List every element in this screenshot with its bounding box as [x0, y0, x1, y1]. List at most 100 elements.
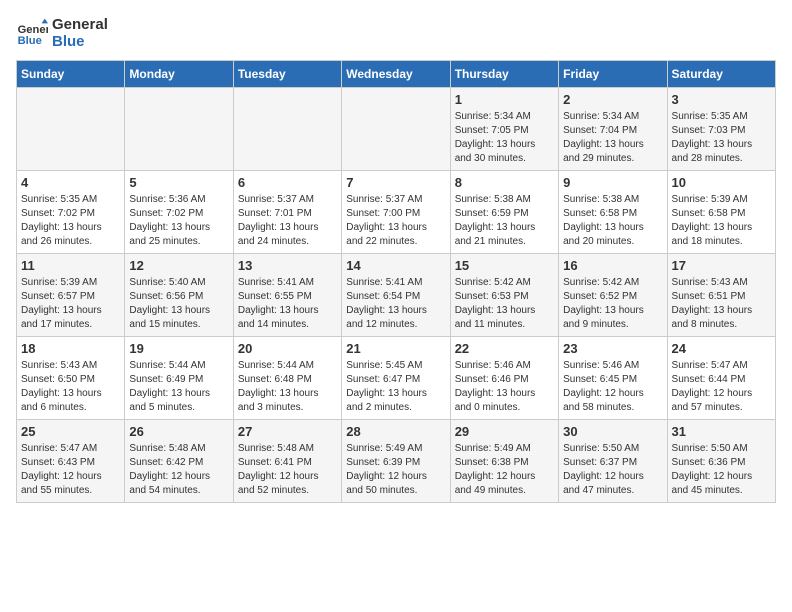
calendar-cell: 12Sunrise: 5:40 AM Sunset: 6:56 PM Dayli… [125, 254, 233, 337]
calendar-cell [233, 88, 341, 171]
day-info: Sunrise: 5:50 AM Sunset: 6:36 PM Dayligh… [672, 442, 771, 498]
day-number: 30 [563, 424, 662, 439]
calendar-cell: 28Sunrise: 5:49 AM Sunset: 6:39 PM Dayli… [342, 420, 450, 503]
day-info: Sunrise: 5:45 AM Sunset: 6:47 PM Dayligh… [346, 359, 445, 415]
day-number: 11 [21, 258, 120, 273]
calendar-cell: 10Sunrise: 5:39 AM Sunset: 6:58 PM Dayli… [667, 171, 775, 254]
day-number: 5 [129, 175, 228, 190]
day-number: 18 [21, 341, 120, 356]
calendar-cell: 25 Sunrise: 5:47 AM Sunset: 6:43 PM Dayli… [17, 420, 125, 503]
day-number: 23 [563, 341, 662, 356]
calendar-cell: 4 Sunrise: 5:35 AM Sunset: 7:02 PM Daylig… [17, 171, 125, 254]
day-number: 10 [672, 175, 771, 190]
day-number: 31 [672, 424, 771, 439]
day-info: Sunrise: 5:46 AM Sunset: 6:45 PM Dayligh… [563, 359, 662, 415]
calendar-cell: 11Sunrise: 5:39 AM Sunset: 6:57 PM Dayli… [17, 254, 125, 337]
svg-text:Blue: Blue [18, 35, 42, 47]
calendar-cell: 31 Sunrise: 5:50 AM Sunset: 6:36 PM Dayli… [667, 420, 775, 503]
calendar-cell: 1 Sunrise: 5:34 AM Sunset: 7:05 PM Daylig… [450, 88, 558, 171]
calendar-cell: 5Sunrise: 5:36 AM Sunset: 7:02 PM Daylig… [125, 171, 233, 254]
calendar-cell: 29Sunrise: 5:49 AM Sunset: 6:38 PM Dayli… [450, 420, 558, 503]
calendar-cell: 21 Sunrise: 5:45 AM Sunset: 6:47 PM Dayli… [342, 337, 450, 420]
day-number: 9 [563, 175, 662, 190]
calendar-table: SundayMondayTuesdayWednesdayThursdayFrid… [16, 60, 776, 503]
day-header-wednesday: Wednesday [342, 61, 450, 88]
calendar-cell: 9 Sunrise: 5:38 AM Sunset: 6:58 PM Daylig… [559, 171, 667, 254]
day-info: Sunrise: 5:43 AM Sunset: 6:50 PM Dayligh… [21, 359, 120, 415]
day-header-monday: Monday [125, 61, 233, 88]
day-info: Sunrise: 5:35 AM Sunset: 7:03 PM Dayligh… [672, 110, 771, 166]
day-number: 20 [238, 341, 337, 356]
calendar-cell: 8 Sunrise: 5:38 AM Sunset: 6:59 PM Daylig… [450, 171, 558, 254]
day-info: Sunrise: 5:44 AM Sunset: 6:48 PM Dayligh… [238, 359, 337, 415]
calendar-cell: 27Sunrise: 5:48 AM Sunset: 6:41 PM Dayli… [233, 420, 341, 503]
day-info: Sunrise: 5:38 AM Sunset: 6:58 PM Dayligh… [563, 193, 662, 249]
calendar-cell [342, 88, 450, 171]
day-number: 25 [21, 424, 120, 439]
calendar-header-row: SundayMondayTuesdayWednesdayThursdayFrid… [17, 61, 776, 88]
day-number: 13 [238, 258, 337, 273]
calendar-cell: 14Sunrise: 5:41 AM Sunset: 6:54 PM Dayli… [342, 254, 450, 337]
day-number: 15 [455, 258, 554, 273]
calendar-cell: 22 Sunrise: 5:46 AM Sunset: 6:46 PM Dayli… [450, 337, 558, 420]
day-info: Sunrise: 5:47 AM Sunset: 6:43 PM Dayligh… [21, 442, 120, 498]
day-info: Sunrise: 5:50 AM Sunset: 6:37 PM Dayligh… [563, 442, 662, 498]
day-info: Sunrise: 5:35 AM Sunset: 7:02 PM Dayligh… [21, 193, 120, 249]
day-info: Sunrise: 5:42 AM Sunset: 6:52 PM Dayligh… [563, 276, 662, 332]
logo-text: GeneralBlue [52, 16, 108, 50]
calendar-cell: 16 Sunrise: 5:42 AM Sunset: 6:52 PM Dayli… [559, 254, 667, 337]
day-header-sunday: Sunday [17, 61, 125, 88]
logo: General Blue GeneralBlue [16, 16, 108, 50]
calendar-week-2: 4 Sunrise: 5:35 AM Sunset: 7:02 PM Daylig… [17, 171, 776, 254]
day-number: 6 [238, 175, 337, 190]
day-number: 26 [129, 424, 228, 439]
day-number: 24 [672, 341, 771, 356]
day-number: 17 [672, 258, 771, 273]
day-number: 2 [563, 92, 662, 107]
calendar-cell: 6 Sunrise: 5:37 AM Sunset: 7:01 PM Daylig… [233, 171, 341, 254]
day-number: 19 [129, 341, 228, 356]
calendar-cell: 24 Sunrise: 5:47 AM Sunset: 6:44 PM Dayli… [667, 337, 775, 420]
day-number: 3 [672, 92, 771, 107]
day-number: 14 [346, 258, 445, 273]
calendar-cell: 26 Sunrise: 5:48 AM Sunset: 6:42 PM Dayli… [125, 420, 233, 503]
calendar-week-1: 1 Sunrise: 5:34 AM Sunset: 7:05 PM Daylig… [17, 88, 776, 171]
calendar-week-5: 25 Sunrise: 5:47 AM Sunset: 6:43 PM Dayli… [17, 420, 776, 503]
calendar-cell: 15 Sunrise: 5:42 AM Sunset: 6:53 PM Dayli… [450, 254, 558, 337]
day-info: Sunrise: 5:48 AM Sunset: 6:42 PM Dayligh… [129, 442, 228, 498]
calendar-cell: 23 Sunrise: 5:46 AM Sunset: 6:45 PM Dayli… [559, 337, 667, 420]
calendar-cell: 7Sunrise: 5:37 AM Sunset: 7:00 PM Daylig… [342, 171, 450, 254]
day-number: 1 [455, 92, 554, 107]
day-number: 22 [455, 341, 554, 356]
day-info: Sunrise: 5:40 AM Sunset: 6:56 PM Dayligh… [129, 276, 228, 332]
day-info: Sunrise: 5:37 AM Sunset: 7:01 PM Dayligh… [238, 193, 337, 249]
calendar-cell [17, 88, 125, 171]
day-info: Sunrise: 5:34 AM Sunset: 7:05 PM Dayligh… [455, 110, 554, 166]
day-header-thursday: Thursday [450, 61, 558, 88]
calendar-cell: 18 Sunrise: 5:43 AM Sunset: 6:50 PM Dayli… [17, 337, 125, 420]
day-info: Sunrise: 5:34 AM Sunset: 7:04 PM Dayligh… [563, 110, 662, 166]
calendar-cell: 13Sunrise: 5:41 AM Sunset: 6:55 PM Dayli… [233, 254, 341, 337]
day-number: 16 [563, 258, 662, 273]
day-header-friday: Friday [559, 61, 667, 88]
calendar-cell: 19 Sunrise: 5:44 AM Sunset: 6:49 PM Dayli… [125, 337, 233, 420]
day-info: Sunrise: 5:46 AM Sunset: 6:46 PM Dayligh… [455, 359, 554, 415]
day-info: Sunrise: 5:38 AM Sunset: 6:59 PM Dayligh… [455, 193, 554, 249]
page-header: General Blue GeneralBlue [16, 16, 776, 50]
calendar-cell: 20 Sunrise: 5:44 AM Sunset: 6:48 PM Dayli… [233, 337, 341, 420]
day-header-saturday: Saturday [667, 61, 775, 88]
day-info: Sunrise: 5:44 AM Sunset: 6:49 PM Dayligh… [129, 359, 228, 415]
svg-text:General: General [18, 24, 48, 36]
day-info: Sunrise: 5:47 AM Sunset: 6:44 PM Dayligh… [672, 359, 771, 415]
day-number: 7 [346, 175, 445, 190]
calendar-week-3: 11Sunrise: 5:39 AM Sunset: 6:57 PM Dayli… [17, 254, 776, 337]
day-info: Sunrise: 5:42 AM Sunset: 6:53 PM Dayligh… [455, 276, 554, 332]
day-number: 8 [455, 175, 554, 190]
day-number: 4 [21, 175, 120, 190]
day-info: Sunrise: 5:48 AM Sunset: 6:41 PM Dayligh… [238, 442, 337, 498]
day-info: Sunrise: 5:49 AM Sunset: 6:38 PM Dayligh… [455, 442, 554, 498]
calendar-cell: 3 Sunrise: 5:35 AM Sunset: 7:03 PM Daylig… [667, 88, 775, 171]
day-info: Sunrise: 5:49 AM Sunset: 6:39 PM Dayligh… [346, 442, 445, 498]
day-info: Sunrise: 5:43 AM Sunset: 6:51 PM Dayligh… [672, 276, 771, 332]
day-number: 21 [346, 341, 445, 356]
